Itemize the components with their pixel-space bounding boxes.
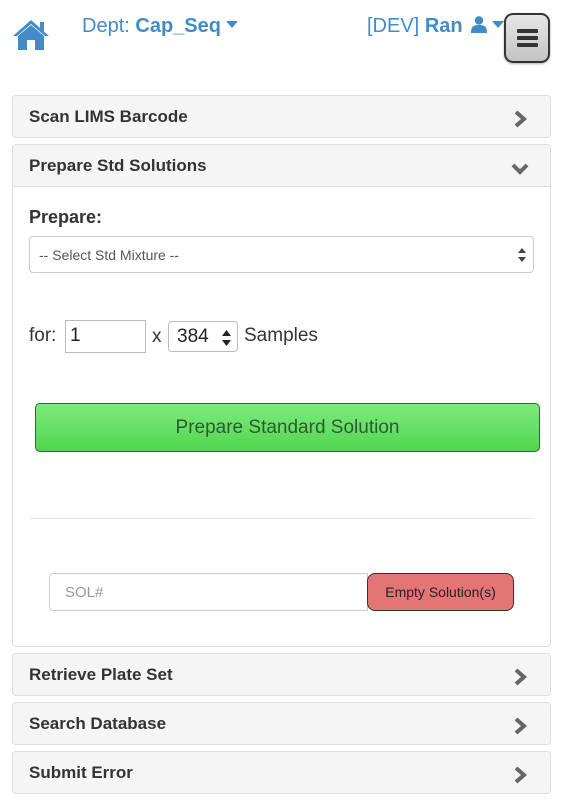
panel-body: Prepare: -- Select Std Mixture -- for: 1… xyxy=(13,186,550,646)
hamburger-icon-bar xyxy=(517,36,538,40)
times-label: x xyxy=(152,326,162,347)
dept-label: Dept: xyxy=(82,15,130,37)
plate-size-select[interactable]: 384 xyxy=(168,321,238,352)
plate-size-value: 384 xyxy=(177,326,209,347)
panel-title: Prepare Std Solutions xyxy=(29,156,207,175)
panel-prepare-std-solutions: Prepare Std Solutions Prepare: -- Select… xyxy=(12,144,551,647)
quantity-row: for: 1 x 384 Samples xyxy=(29,320,429,354)
hamburger-icon xyxy=(517,29,538,33)
panel-heading-retrieve-plate-set[interactable]: Retrieve Plate Set xyxy=(13,654,550,695)
panel-heading-scan-lims[interactable]: Scan LIMS Barcode xyxy=(13,96,550,137)
select-arrows-icon xyxy=(518,248,526,262)
chevron-down-icon xyxy=(511,163,529,175)
dept-dropdown[interactable]: Dept: Cap_Seq xyxy=(82,15,238,38)
panel-heading-prepare-std[interactable]: Prepare Std Solutions xyxy=(13,145,550,186)
quantity-input[interactable]: 1 xyxy=(65,320,146,353)
sol-number-input[interactable]: SOL# xyxy=(49,573,368,611)
caret-down-icon xyxy=(492,21,505,29)
sol-placeholder: SOL# xyxy=(65,584,104,601)
panel-title: Retrieve Plate Set xyxy=(29,665,173,684)
env-label: [DEV] xyxy=(367,15,420,37)
panel-title: Search Database xyxy=(29,714,167,733)
chevron-right-icon xyxy=(514,766,528,784)
user-dropdown[interactable]: [DEV] Ran xyxy=(367,15,505,38)
user-icon xyxy=(471,16,488,34)
panel-heading-submit-error[interactable]: Submit Error xyxy=(13,752,550,793)
prepare-standard-solution-button[interactable]: Prepare Standard Solution xyxy=(35,403,540,452)
panel-scan-lims-barcode: Scan LIMS Barcode xyxy=(12,95,551,138)
panel-retrieve-plate-set: Retrieve Plate Set xyxy=(12,653,551,696)
panel-title: Scan LIMS Barcode xyxy=(29,107,188,126)
select-arrows-icon xyxy=(222,330,231,346)
panel-submit-error: Submit Error xyxy=(12,751,551,794)
hamburger-icon-bar xyxy=(517,43,538,47)
caret-down-icon xyxy=(225,21,238,29)
prepare-label: Prepare: xyxy=(29,207,103,227)
chevron-right-icon xyxy=(514,110,528,128)
menu-button[interactable] xyxy=(504,13,550,63)
dept-name: Cap_Seq xyxy=(135,15,221,37)
chevron-right-icon xyxy=(514,668,528,686)
std-mixture-selected: -- Select Std Mixture -- xyxy=(39,247,180,263)
divider xyxy=(29,518,534,519)
panel-search-database: Search Database xyxy=(12,702,551,745)
for-label: for: xyxy=(29,325,57,346)
panel-title: Submit Error xyxy=(29,763,133,782)
empty-solutions-button[interactable]: Empty Solution(s) xyxy=(367,573,514,611)
std-mixture-select[interactable]: -- Select Std Mixture -- xyxy=(29,236,534,273)
user-name: Ran xyxy=(424,15,463,37)
home-icon[interactable] xyxy=(12,19,50,51)
panel-heading-search-database[interactable]: Search Database xyxy=(13,703,550,744)
samples-label: Samples xyxy=(244,325,318,346)
chevron-right-icon xyxy=(514,717,528,735)
